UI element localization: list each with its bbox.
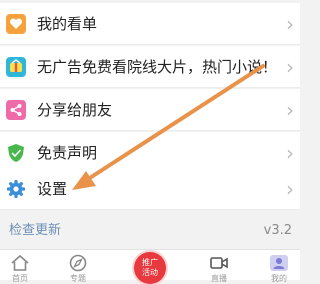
chevron-right-icon: › <box>286 55 294 79</box>
chevron-right-icon: › <box>286 12 294 36</box>
profile-icon <box>270 255 288 271</box>
promo-label-line1: 推广 <box>142 258 158 267</box>
version-label: v3.2 <box>263 223 292 238</box>
shield-icon <box>8 144 24 162</box>
menu-item-ad-free-movies[interactable]: 无广告免费看院线大片，热门小说！ › <box>0 46 300 88</box>
menu-item-my-list[interactable]: 我的看单 › <box>0 3 300 45</box>
menu-item-label: 设置 <box>37 180 68 198</box>
promo-activity-button[interactable]: 推广 活动 <box>134 252 166 284</box>
tab-mine[interactable]: 我的 <box>254 250 304 283</box>
tab-live[interactable]: 直播 <box>194 250 244 283</box>
heart-icon <box>6 14 26 34</box>
check-update-link[interactable]: 检查更新 <box>9 213 61 249</box>
tab-label: 直播 <box>211 274 227 283</box>
tab-label: 我的 <box>271 274 287 283</box>
menu-item-label: 分享给朋友 <box>37 101 113 119</box>
chevron-right-icon: › <box>286 98 294 122</box>
gift-tv-icon <box>6 57 26 77</box>
menu-item-share[interactable]: 分享给朋友 › <box>0 89 300 131</box>
home-icon <box>11 254 29 271</box>
compass-icon <box>69 254 87 272</box>
tab-home[interactable]: 首页 <box>0 250 45 283</box>
promo-label-line2: 活动 <box>142 268 158 277</box>
chevron-right-icon: › <box>286 177 294 201</box>
tab-topics[interactable]: 专题 <box>53 250 103 283</box>
tab-label: 首页 <box>12 274 28 283</box>
tab-label: 专题 <box>70 274 86 283</box>
gear-icon <box>7 180 25 198</box>
menu-item-label: 我的看单 <box>37 15 98 33</box>
share-icon <box>6 100 26 120</box>
video-camera-icon <box>210 257 228 269</box>
menu-item-label: 无广告免费看院线大片，热门小说！ <box>37 58 278 76</box>
check-update-row[interactable]: 检查更新 v3.2 <box>0 213 300 249</box>
menu-item-settings[interactable]: 设置 › <box>0 168 300 210</box>
